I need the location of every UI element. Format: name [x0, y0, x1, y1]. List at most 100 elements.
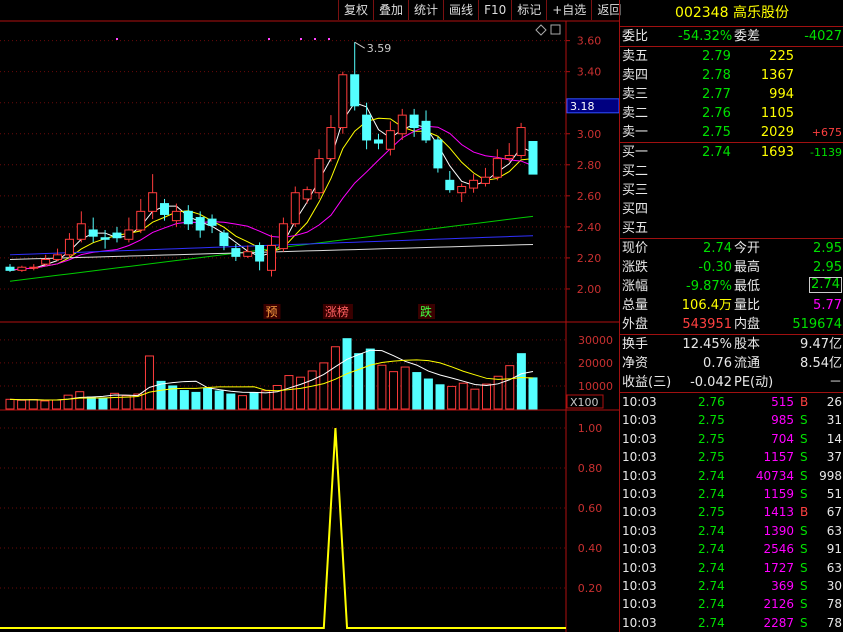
tick-count: 998 [819, 468, 842, 483]
ask-row: 卖五 2.79 225 [620, 47, 843, 66]
tick-volume: 985 [771, 413, 794, 428]
quote-row: 总量 106.4万 量比 5.77 [620, 296, 843, 315]
tick-list[interactable]: 10:03 2.76 515 B 26 10:03 2.75 985 S 31 10:03 2.75 7… [620, 393, 843, 632]
marker-dot [116, 38, 118, 40]
tick-volume: 1413 [763, 505, 794, 520]
event-label: 涨榜 [325, 304, 349, 319]
tick-count: 14 [826, 431, 842, 446]
volume-tick-label: 30000 [578, 334, 613, 347]
volume-bar [528, 377, 538, 410]
candle-body [171, 210, 181, 222]
candle-body [350, 74, 360, 107]
fuquan-button[interactable]: 复权 [338, 0, 374, 20]
tick-side: B [800, 505, 809, 520]
candle-body [160, 203, 170, 215]
candle-body [409, 114, 419, 129]
candle-body [528, 141, 538, 175]
candle-body [88, 229, 98, 237]
fundamental-value: 12.45% [682, 337, 732, 352]
tick-time: 10:03 [622, 615, 657, 630]
bid-row: 买一 2.74 1693 -1139 [620, 143, 843, 162]
ask-price: 2.75 [702, 125, 731, 140]
draw-line-button[interactable]: 画线 [443, 0, 479, 20]
price-tick-label: 2.60 [577, 190, 602, 203]
price-tick-label: 2.80 [577, 159, 602, 172]
candle-body [207, 218, 217, 226]
candle-body [326, 127, 336, 160]
bid-label: 买三 [622, 183, 649, 198]
volume-bar [237, 395, 247, 410]
quote-value: 5.77 [813, 298, 842, 313]
volume-bar [435, 384, 445, 410]
candle-body [314, 158, 324, 194]
quote-label: 最高 [734, 260, 761, 275]
tick-time: 10:03 [622, 578, 657, 593]
event-label: 预 [266, 305, 278, 319]
fundamental-stats: 换手 12.45% 股本 9.47亿 净资 0.76 流通 8.54亿 收益(三) -0.042 P… [620, 335, 843, 392]
volume-bar [296, 376, 306, 410]
bid-row: 买五 [620, 219, 843, 238]
quote-stats: 现价 2.74 今开 2.95 涨跌 -0.30 最高 2.95 涨幅 -9.87% 最低 2.74 总… [620, 239, 843, 334]
weibi-value: -54.32% [678, 29, 733, 44]
tick-count: 30 [826, 578, 842, 593]
candle-body [290, 192, 300, 225]
volume-tick-label: 10000 [578, 380, 613, 393]
tick-side: S [800, 468, 808, 483]
tick-count: 37 [826, 450, 842, 465]
volume-bar [75, 391, 85, 410]
quote-label: 量比 [734, 298, 761, 313]
volume-bar [261, 390, 271, 410]
candle-body [148, 192, 158, 212]
quote-value: 2.95 [813, 241, 842, 256]
high-annotation: 3.59 [367, 42, 392, 55]
bid-label: 买五 [622, 221, 649, 236]
candle-body [278, 223, 288, 250]
stock-name: 高乐股份 [732, 5, 789, 21]
ask-row: 卖一 2.75 2029 +675 [620, 123, 843, 142]
tick-volume: 1159 [763, 486, 794, 501]
tick-side: S [800, 450, 808, 465]
candle-body [516, 127, 526, 156]
volume-bar [272, 384, 282, 410]
candle-body [124, 229, 134, 240]
tick-time: 10:03 [622, 505, 657, 520]
quote-label: 现价 [622, 241, 649, 256]
high-pointer [354, 41, 365, 49]
mark-button[interactable]: 标记 [511, 0, 547, 20]
candle-body [231, 248, 241, 257]
volume-bar [98, 397, 108, 410]
candle-body [219, 232, 229, 246]
volume-bar [470, 388, 480, 410]
volume-bar [203, 387, 213, 410]
price-tick-label: 2.40 [577, 221, 602, 234]
price-tick-label: 3.00 [577, 128, 602, 141]
quote-value: 519674 [792, 317, 842, 332]
indicator-tick-label: 0.60 [578, 502, 603, 515]
candle-body [183, 210, 193, 225]
stats-button[interactable]: 统计 [408, 0, 444, 20]
tick-row: 10:03 2.74 2546 S 91 [620, 540, 843, 558]
ask-price: 2.77 [702, 87, 731, 102]
quote-label: 内盘 [734, 317, 761, 332]
fundamental-value: 9.47亿 [800, 337, 842, 352]
quote-row: 涨跌 -0.30 最高 2.95 [620, 258, 843, 277]
tick-volume: 1390 [763, 523, 794, 538]
f10-button[interactable]: F10 [478, 0, 512, 20]
tick-volume: 1157 [763, 450, 794, 465]
tick-row: 10:03 2.74 1727 S 63 [620, 559, 843, 577]
indicator-line [0, 427, 566, 629]
volume-bar [365, 348, 375, 410]
kline-chart-area[interactable]: 3.603.403.203.002.802.602.402.202.003.18… [0, 0, 619, 632]
weicha-value: -4027 [804, 29, 842, 44]
diamond-icon [535, 24, 547, 36]
tick-side: S [800, 578, 808, 593]
tick-count: 26 [826, 395, 842, 409]
tick-volume: 704 [771, 431, 794, 446]
add-watchlist-button[interactable]: +自选 [546, 0, 592, 20]
marker-dot [268, 38, 270, 40]
tick-side: S [800, 560, 808, 575]
tick-count: 51 [826, 486, 842, 501]
overlay-button[interactable]: 叠加 [373, 0, 409, 20]
bid-row: 买二 [620, 162, 843, 181]
tick-time: 10:03 [622, 413, 657, 428]
